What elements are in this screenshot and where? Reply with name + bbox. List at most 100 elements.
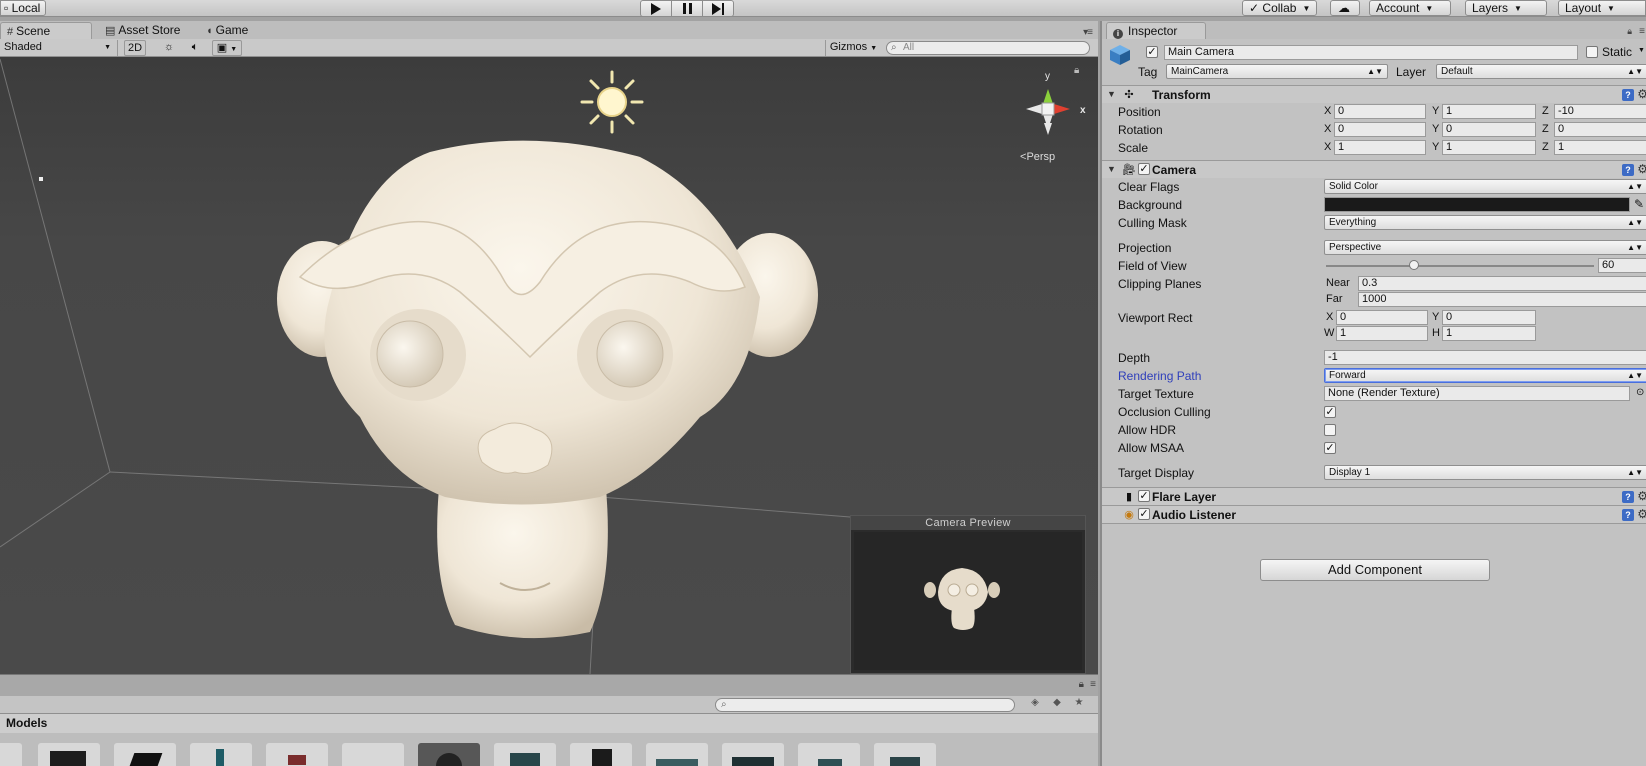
- effects-dropdown[interactable]: ▣ ▼: [212, 40, 242, 56]
- camera-enabled-checkbox[interactable]: ✓: [1138, 163, 1150, 175]
- cloud-button[interactable]: ☁: [1330, 0, 1360, 16]
- asset-thumbnail[interactable]: [114, 743, 176, 766]
- gear-icon[interactable]: ⚙: [1637, 162, 1646, 176]
- active-checkbox[interactable]: ✓: [1146, 46, 1158, 58]
- projection-label[interactable]: <Persp: [1020, 151, 1055, 163]
- tab-asset-store[interactable]: ▤ Asset Store: [99, 22, 186, 40]
- gear-icon[interactable]: ⚙: [1637, 87, 1646, 101]
- lighting-toggle[interactable]: ☼: [158, 40, 180, 56]
- sun-icon[interactable]: [580, 70, 644, 134]
- asset-thumbnail[interactable]: [798, 743, 860, 766]
- layout-dropdown[interactable]: Layout ▼: [1558, 0, 1646, 16]
- depth-field[interactable]: -1: [1324, 350, 1646, 365]
- chevron-down-icon[interactable]: ▼: [1638, 47, 1645, 54]
- project-search-input[interactable]: ⌕: [715, 698, 1015, 712]
- star-icon[interactable]: ★: [1070, 697, 1088, 713]
- flare-layer-component-header[interactable]: ▮ ✓ Flare Layer ? ⚙: [1102, 487, 1646, 505]
- asset-thumbnail[interactable]: [418, 743, 480, 766]
- panel-menu-icon[interactable]: ≡: [1090, 679, 1096, 690]
- scene-viewport[interactable]: y x 🔒︎ <Persp Camera Preview: [0, 57, 1098, 674]
- position-y-field[interactable]: 1: [1442, 104, 1536, 119]
- scene-search-input[interactable]: ⌕ All: [886, 41, 1090, 55]
- rotation-x-field[interactable]: 0: [1334, 122, 1426, 137]
- fov-slider-handle[interactable]: [1409, 260, 1420, 270]
- asset-thumbnail[interactable]: [266, 743, 328, 766]
- eyedropper-icon[interactable]: ✎: [1634, 197, 1644, 211]
- tab-inspector[interactable]: i Inspector: [1106, 22, 1206, 40]
- panel-menu-icon[interactable]: ≡: [1639, 26, 1645, 37]
- transform-component-header[interactable]: ▼ ✣ Transform ? ⚙: [1102, 85, 1646, 103]
- panel-menu-icon[interactable]: ▾≡: [1083, 27, 1093, 38]
- shading-mode-dropdown[interactable]: Shaded ▼: [0, 40, 118, 56]
- asset-thumbnail[interactable]: [190, 743, 252, 766]
- scale-y-field[interactable]: 1: [1442, 140, 1536, 155]
- asset-thumbnail[interactable]: [646, 743, 708, 766]
- rendering-path-dropdown[interactable]: Forward ▲▼: [1324, 368, 1646, 383]
- target-texture-field[interactable]: None (Render Texture): [1324, 386, 1630, 401]
- layers-dropdown[interactable]: Layers ▼: [1465, 0, 1547, 16]
- tag-dropdown[interactable]: MainCamera ▲▼: [1166, 64, 1388, 79]
- tag-icon[interactable]: ◆: [1048, 697, 1066, 713]
- static-checkbox[interactable]: [1586, 46, 1598, 58]
- pause-button[interactable]: [671, 0, 703, 17]
- asset-thumbnail[interactable]: [722, 743, 784, 766]
- viewport-w-field[interactable]: 1: [1336, 326, 1428, 341]
- scale-z-field[interactable]: 1: [1554, 140, 1646, 155]
- rotation-z-field[interactable]: 0: [1554, 122, 1646, 137]
- clear-flags-dropdown[interactable]: Solid Color ▲▼: [1324, 179, 1646, 194]
- asset-thumbnail[interactable]: [38, 743, 100, 766]
- viewport-y-field[interactable]: 0: [1442, 310, 1536, 325]
- asset-thumbnail[interactable]: [342, 743, 404, 766]
- culling-mask-dropdown[interactable]: Everything ▲▼: [1324, 215, 1646, 230]
- asset-thumbnail[interactable]: [0, 743, 22, 766]
- monkey-head-model[interactable]: [277, 140, 818, 639]
- bounds-handle[interactable]: [39, 177, 43, 181]
- camera-component-header[interactable]: ▼ 🎥︎ ✓ Camera ? ⚙: [1102, 160, 1646, 178]
- projection-dropdown[interactable]: Perspective ▲▼: [1324, 240, 1646, 255]
- viewport-h-field[interactable]: 1: [1442, 326, 1536, 341]
- help-icon[interactable]: ?: [1622, 509, 1634, 521]
- far-clip-field[interactable]: 1000: [1358, 292, 1646, 307]
- tab-game[interactable]: ◖ Game: [200, 22, 254, 40]
- fold-arrow-icon[interactable]: ▼: [1107, 164, 1116, 174]
- object-name-field[interactable]: Main Camera: [1164, 45, 1578, 60]
- help-icon[interactable]: ?: [1622, 491, 1634, 503]
- audio-listener-component-header[interactable]: ◉ ✓ Audio Listener ? ⚙: [1102, 505, 1646, 523]
- position-z-field[interactable]: -10: [1554, 104, 1646, 119]
- orientation-gizmo[interactable]: [1026, 89, 1070, 135]
- help-icon[interactable]: ?: [1622, 164, 1634, 176]
- rotation-y-field[interactable]: 0: [1442, 122, 1536, 137]
- audio-listener-enabled-checkbox[interactable]: ✓: [1138, 508, 1150, 520]
- add-component-button[interactable]: Add Component: [1260, 559, 1490, 581]
- gizmos-dropdown[interactable]: Gizmos ▼: [825, 40, 881, 56]
- occlusion-culling-checkbox[interactable]: ✓: [1324, 406, 1336, 418]
- viewport-x-field[interactable]: 0: [1336, 310, 1428, 325]
- asset-thumbnail[interactable]: [494, 743, 556, 766]
- layer-dropdown[interactable]: Default ▲▼: [1436, 64, 1646, 79]
- asset-thumbnail[interactable]: [874, 743, 936, 766]
- lock-icon[interactable]: 🔒︎: [1079, 679, 1084, 690]
- gear-icon[interactable]: ⚙: [1637, 489, 1646, 503]
- collab-dropdown[interactable]: ✓ Collab ▼: [1242, 0, 1317, 16]
- fov-value-field[interactable]: 60: [1598, 258, 1646, 273]
- object-picker-icon[interactable]: ⊙: [1636, 387, 1644, 398]
- asset-thumbnail[interactable]: [570, 743, 632, 766]
- pivot-local-button[interactable]: ▫ Local: [0, 0, 46, 16]
- 2d-toggle[interactable]: 2D: [124, 40, 146, 56]
- background-color-swatch[interactable]: [1324, 197, 1630, 212]
- breadcrumb[interactable]: Models: [0, 714, 1098, 733]
- lock-icon[interactable]: 🔒︎: [1074, 65, 1079, 76]
- flare-layer-enabled-checkbox[interactable]: ✓: [1138, 490, 1150, 502]
- help-icon[interactable]: ?: [1622, 89, 1634, 101]
- target-display-dropdown[interactable]: Display 1 ▲▼: [1324, 465, 1646, 480]
- step-button[interactable]: [702, 0, 734, 17]
- position-x-field[interactable]: 0: [1334, 104, 1426, 119]
- tab-scene[interactable]: # Scene: [0, 22, 92, 40]
- lock-icon[interactable]: 🔒︎: [1627, 26, 1632, 37]
- filter-type-icon[interactable]: ◈: [1026, 697, 1044, 713]
- near-clip-field[interactable]: 0.3: [1358, 276, 1646, 291]
- gear-icon[interactable]: ⚙: [1637, 507, 1646, 521]
- scale-x-field[interactable]: 1: [1334, 140, 1426, 155]
- play-button[interactable]: [640, 0, 672, 17]
- fold-arrow-icon[interactable]: ▼: [1107, 89, 1116, 99]
